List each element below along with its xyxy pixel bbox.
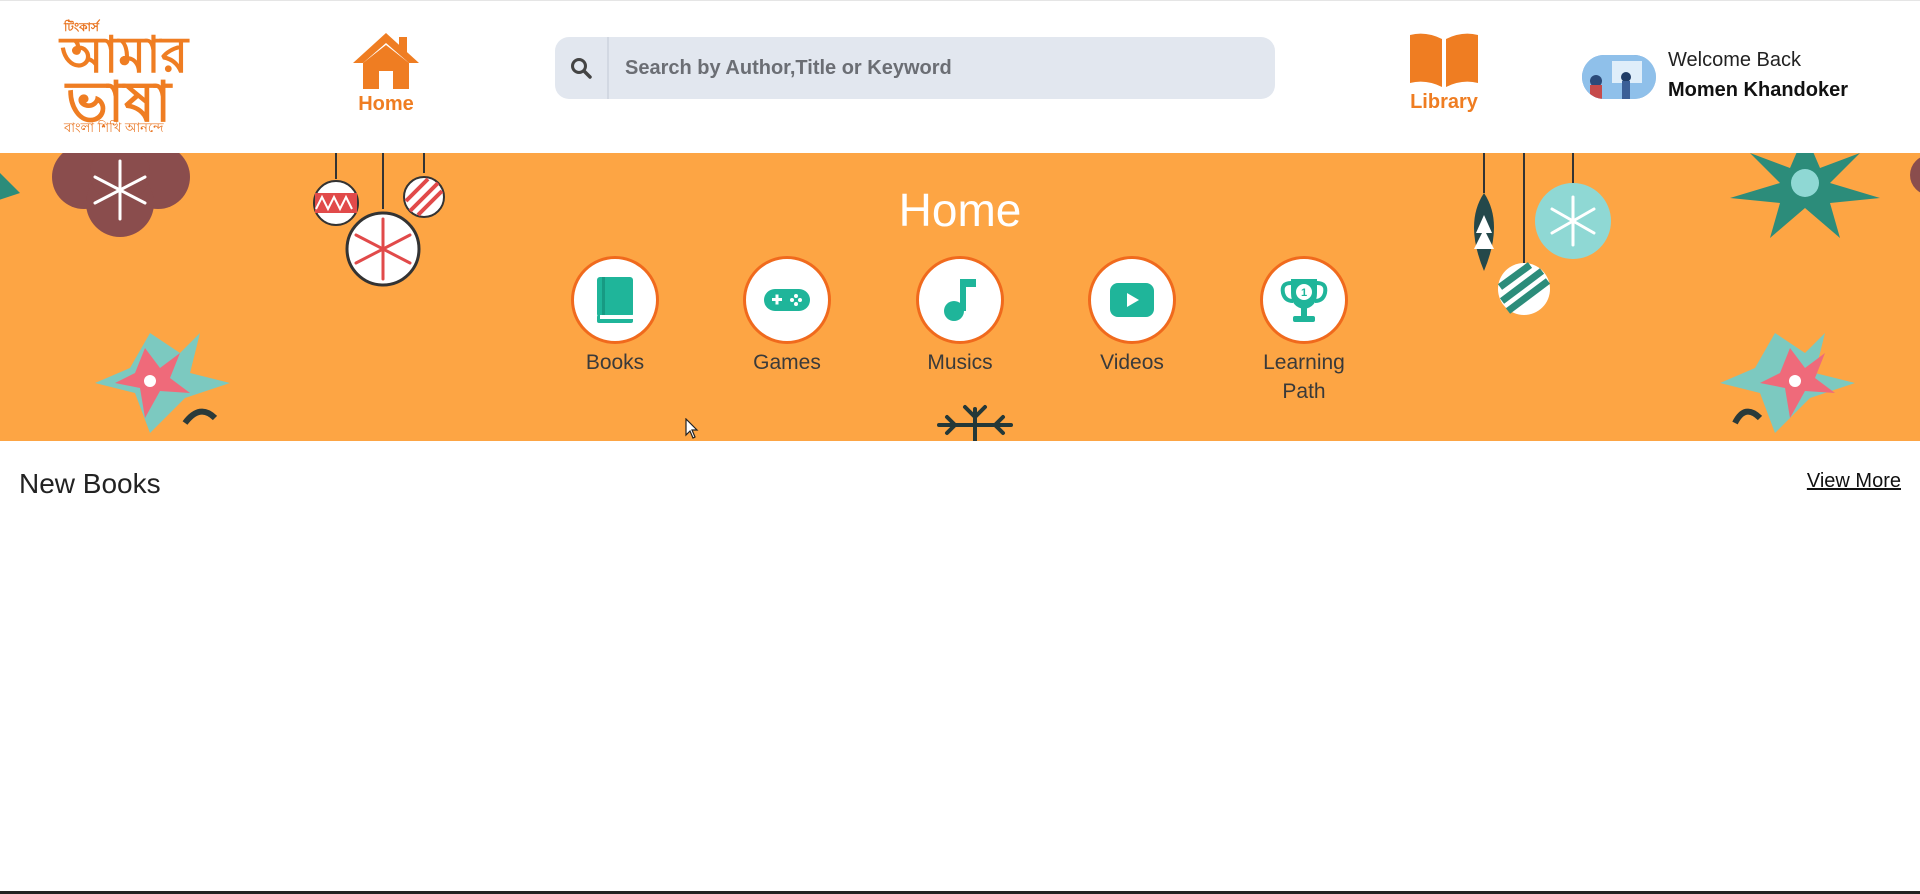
trophy-icon: 1: [1280, 279, 1328, 322]
mouse-cursor-icon: [685, 418, 699, 439]
category-books-circle[interactable]: [571, 256, 659, 344]
category-videos-circle[interactable]: [1088, 256, 1176, 344]
category-learning-path-label: Learning Path: [1263, 351, 1345, 403]
open-book-icon: [1410, 33, 1478, 87]
category-games-label: Games: [753, 351, 821, 374]
hero-banner: Home Books Games Musics Videos 1 Learnin…: [0, 153, 1920, 441]
user-name: Momen Khandoker: [1668, 79, 1849, 101]
view-more-link[interactable]: View More: [1807, 470, 1901, 493]
top-header: টিংকার্স আমার ভাষা বাংলা শিখি আনন্দে Hom…: [0, 0, 1920, 153]
logo-tagline: বাংলা শিখি আনন্দে: [64, 120, 164, 135]
poinsettia-left-decoration: [95, 333, 230, 433]
home-icon: [353, 33, 419, 89]
snowflake-bottom-decoration: [937, 405, 1013, 441]
avatar[interactable]: [1582, 55, 1656, 99]
book-icon: [597, 277, 633, 323]
category-books[interactable]: Books: [560, 256, 670, 377]
search-bar: [555, 37, 1275, 99]
music-note-icon: [944, 279, 976, 321]
nav-library[interactable]: Library: [1400, 31, 1488, 123]
poinsettia-right-decoration: [1720, 333, 1855, 433]
user-profile[interactable]: Welcome Back Momen Khandoker: [1582, 47, 1902, 117]
nav-library-label: Library: [1410, 91, 1478, 113]
nav-home[interactable]: Home: [344, 31, 428, 123]
ornaments-right-decoration: [1474, 153, 1611, 315]
welcome-text: Welcome Back: [1668, 49, 1802, 71]
category-videos-label: Videos: [1100, 351, 1164, 374]
section-title-new-books: New Books: [19, 468, 161, 499]
category-learning-path-circle[interactable]: 1: [1260, 256, 1348, 344]
category-games-circle[interactable]: [743, 256, 831, 344]
search-icon[interactable]: [555, 37, 609, 99]
category-learning-path[interactable]: 1 Learning Path: [1249, 256, 1359, 406]
logo[interactable]: টিংকার্স আমার ভাষা বাংলা শিখি আনন্দে: [56, 15, 192, 139]
category-musics[interactable]: Musics: [905, 256, 1015, 377]
svg-text:1: 1: [1301, 287, 1307, 299]
category-games[interactable]: Games: [732, 256, 842, 377]
category-musics-circle[interactable]: [916, 256, 1004, 344]
search-input[interactable]: [609, 37, 1275, 99]
category-videos[interactable]: Videos: [1077, 256, 1187, 377]
banner-title: Home: [898, 184, 1022, 236]
gamepad-icon: [764, 289, 810, 311]
nav-home-label: Home: [358, 93, 414, 115]
play-icon: [1110, 283, 1154, 317]
category-musics-label: Musics: [927, 351, 993, 374]
category-books-label: Books: [585, 351, 645, 374]
